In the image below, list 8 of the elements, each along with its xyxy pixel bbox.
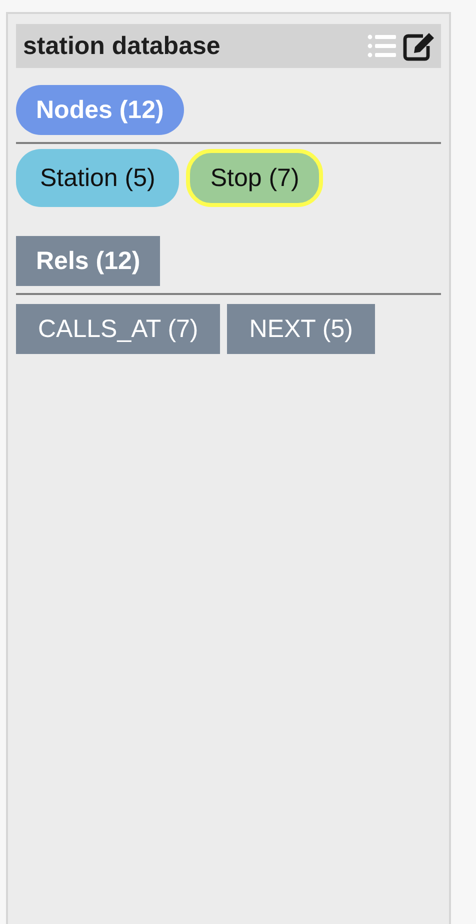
relationship-type-button[interactable]: CALLS_AT (7)	[16, 304, 220, 354]
database-title: station database	[23, 32, 220, 60]
edit-icon[interactable]	[403, 31, 435, 61]
relationship-type-button[interactable]: NEXT (5)	[227, 304, 375, 354]
nodes-button[interactable]: Nodes (12)	[16, 85, 184, 135]
node-label-button[interactable]: Station (5)	[16, 149, 180, 207]
node-label-button[interactable]: Stop (7)	[186, 149, 324, 207]
relationships-button[interactable]: Rels (12)	[16, 236, 160, 286]
